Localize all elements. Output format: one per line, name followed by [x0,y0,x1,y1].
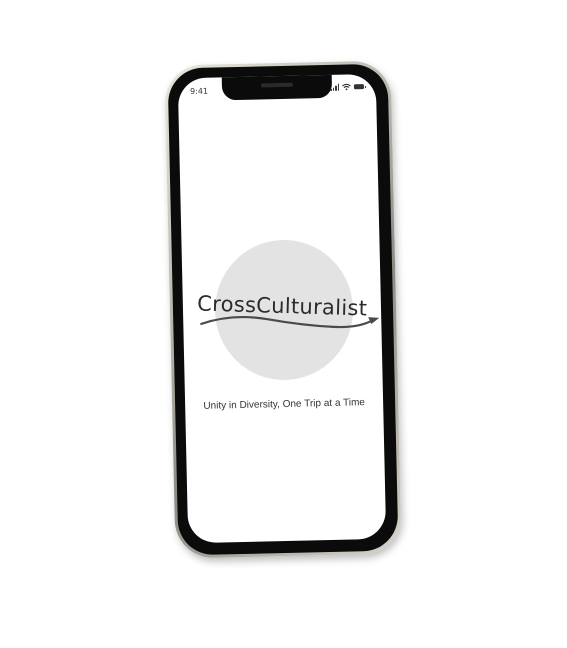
status-icons [330,83,365,91]
phone-mockup: 9:41 CrossCulturalist Unity in Diversity… [164,60,402,559]
phone-bezel: 9:41 CrossCulturalist Unity in Diversity… [167,63,399,556]
battery-icon [353,84,365,90]
notch [221,73,333,101]
status-time: 9:41 [189,86,209,97]
mockup-stage: 9:41 CrossCulturalist Unity in Diversity… [0,0,567,648]
logo-text: CrossCulturalist [197,291,368,320]
speaker-grille [260,82,293,88]
app-logo: CrossCulturalist [197,291,380,329]
phone-screen: 9:41 CrossCulturalist Unity in Diversity… [177,73,387,544]
signal-icon [330,83,340,91]
tagline: Unity in Diversity, One Trip at a Time [203,397,366,412]
wifi-icon [342,83,351,91]
